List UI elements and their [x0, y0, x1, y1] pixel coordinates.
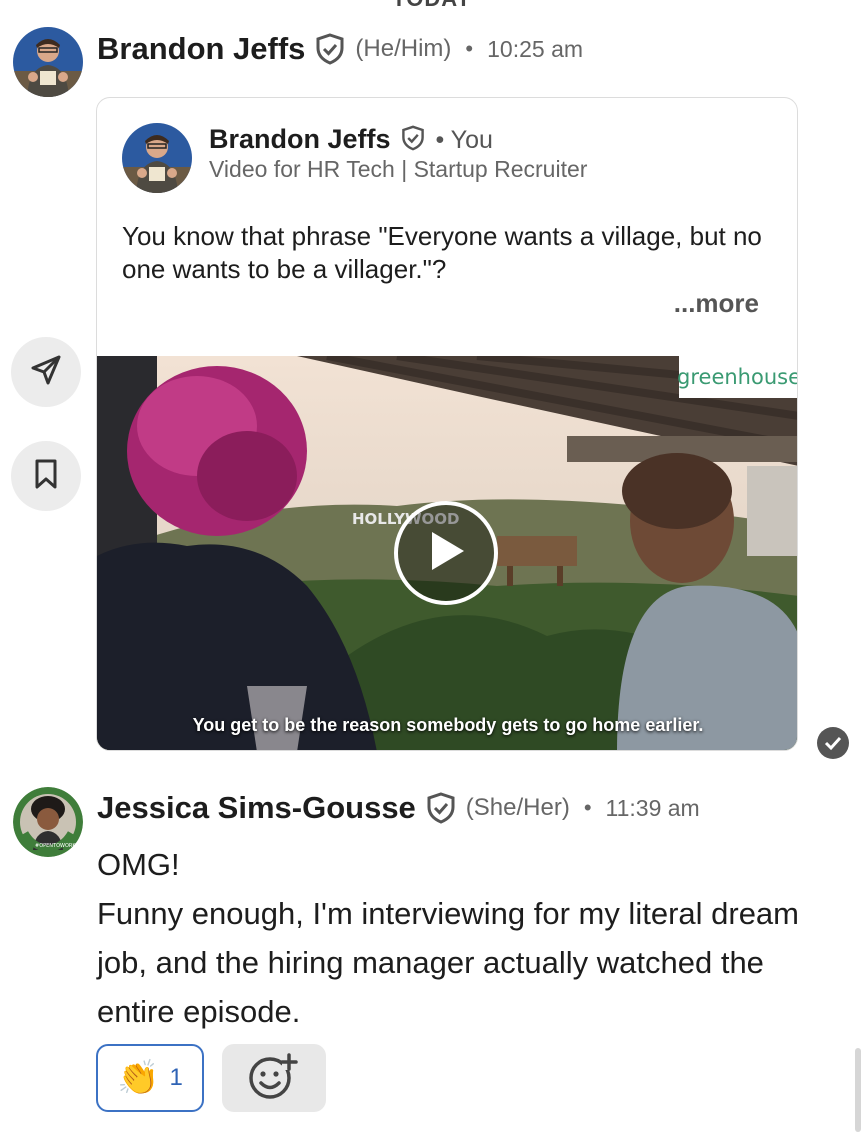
post-text: You know that phrase "Everyone wants a v… — [122, 221, 762, 284]
sender-pronouns: (He/Him) — [355, 35, 452, 62]
sender-name[interactable]: Jessica Sims-Gousse — [97, 790, 416, 826]
clapping-hands-icon: 👏 — [117, 1059, 160, 1097]
avatar-frame-text: #OPENTOWORK — [35, 843, 76, 849]
reaction-count: 1 — [169, 1064, 183, 1091]
message-header: Brandon Jeffs (He/Him) • 10:25 am — [97, 28, 583, 70]
message-header: Jessica Sims-Gousse (She/Her) • 11:39 am — [97, 787, 700, 829]
brandon-avatar[interactable] — [13, 27, 83, 97]
post-author-row: Brandon Jeffs • You — [209, 124, 493, 156]
seen-check-icon — [817, 727, 849, 759]
jessica-avatar[interactable]: #OPENTOWORK — [13, 787, 83, 857]
see-more-link[interactable]: ...more — [674, 288, 759, 319]
verified-shield-icon — [401, 125, 425, 156]
save-button[interactable] — [11, 441, 81, 511]
chat-page: TODAY Brandon Jeffs (He/Him) • 10:25 am — [0, 0, 864, 1132]
separator-dot: • — [465, 36, 474, 61]
separator-dot: • — [583, 795, 592, 820]
scrollbar[interactable] — [855, 1048, 861, 1132]
sender-name[interactable]: Brandon Jeffs — [97, 31, 305, 67]
play-button[interactable] — [394, 501, 498, 605]
add-reaction-button[interactable] — [222, 1044, 326, 1112]
send-icon — [29, 353, 63, 392]
shared-post-card[interactable]: Brandon Jeffs • You Video for HR Tech | … — [96, 97, 798, 751]
message-time: 10:25 am — [487, 35, 584, 62]
send-button[interactable] — [11, 337, 81, 407]
message-line: Funny enough, I'm interviewing for my li… — [97, 896, 799, 1029]
post-you-label: • You — [435, 126, 493, 154]
sender-pronouns: (She/Her) — [465, 794, 570, 821]
clap-reaction-button[interactable]: 👏 1 — [96, 1044, 204, 1112]
post-author-avatar[interactable] — [122, 123, 192, 193]
post-author-headline: Video for HR Tech | Startup Recruiter — [209, 156, 588, 182]
verified-shield-icon — [315, 33, 345, 65]
post-author-name[interactable]: Brandon Jeffs — [209, 124, 391, 154]
bookmark-icon — [33, 458, 59, 495]
message-line: OMG! — [97, 847, 180, 882]
verified-shield-icon — [426, 792, 456, 824]
add-reaction-icon — [248, 1052, 300, 1105]
message-time: 11:39 am — [605, 794, 700, 821]
play-icon — [426, 529, 466, 578]
greenhouse-logo: greenhouse — [677, 356, 797, 398]
video-caption: You get to be the reason somebody gets t… — [192, 715, 704, 735]
message-body: OMG! Funny enough, I'm interviewing for … — [97, 840, 837, 1036]
video-player[interactable]: HOLLYWOOD greenhouse You get to be the r… — [97, 356, 797, 750]
date-divider: TODAY — [0, 0, 864, 12]
